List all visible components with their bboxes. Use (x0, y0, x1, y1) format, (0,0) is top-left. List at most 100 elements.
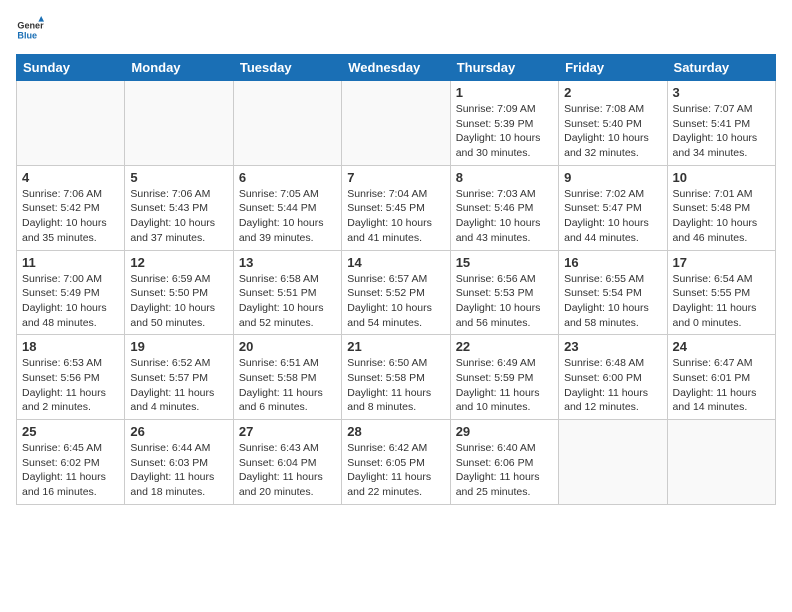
day-info: Sunrise: 7:04 AM Sunset: 5:45 PM Dayligh… (347, 187, 444, 246)
day-info: Sunrise: 6:53 AM Sunset: 5:56 PM Dayligh… (22, 356, 119, 415)
day-number: 3 (673, 85, 770, 100)
calendar-cell: 17Sunrise: 6:54 AM Sunset: 5:55 PM Dayli… (667, 250, 775, 335)
day-info: Sunrise: 6:58 AM Sunset: 5:51 PM Dayligh… (239, 272, 336, 331)
day-info: Sunrise: 7:03 AM Sunset: 5:46 PM Dayligh… (456, 187, 553, 246)
day-number: 12 (130, 255, 227, 270)
logo-icon: General Blue (16, 16, 44, 44)
day-number: 28 (347, 424, 444, 439)
calendar-cell: 11 Sunrise: 7:00 AM Sunset: 5:49 PM Dayli… (17, 250, 125, 335)
calendar-cell: 20 Sunrise: 6:51 AM Sunset: 5:58 PM Dayli… (233, 335, 341, 420)
calendar-cell (17, 81, 125, 166)
logo: General Blue (16, 16, 48, 44)
day-number: 17 (673, 255, 770, 270)
calendar-cell: 1 Sunrise: 7:09 AM Sunset: 5:39 PM Daylig… (450, 81, 558, 166)
svg-text:Blue: Blue (17, 30, 37, 40)
calendar-cell (342, 81, 450, 166)
calendar-cell (125, 81, 233, 166)
day-number: 26 (130, 424, 227, 439)
calendar-cell: 24 Sunrise: 6:47 AM Sunset: 6:01 PM Dayli… (667, 335, 775, 420)
day-number: 8 (456, 170, 553, 185)
day-number: 7 (347, 170, 444, 185)
day-number: 1 (456, 85, 553, 100)
day-info: Sunrise: 7:01 AM Sunset: 5:48 PM Dayligh… (673, 187, 770, 246)
day-info: Sunrise: 7:02 AM Sunset: 5:47 PM Dayligh… (564, 187, 661, 246)
day-number: 2 (564, 85, 661, 100)
calendar-cell: 4Sunrise: 7:06 AM Sunset: 5:42 PM Daylig… (17, 165, 125, 250)
calendar-table: SundayMondayTuesdayWednesdayThursdayFrid… (16, 54, 776, 505)
calendar-cell: 14 Sunrise: 6:57 AM Sunset: 5:52 PM Dayli… (342, 250, 450, 335)
weekday-header-tuesday: Tuesday (233, 55, 341, 81)
day-number: 16 (564, 255, 661, 270)
day-info: Sunrise: 6:57 AM Sunset: 5:52 PM Dayligh… (347, 272, 444, 331)
day-info: Sunrise: 7:05 AM Sunset: 5:44 PM Dayligh… (239, 187, 336, 246)
day-info: Sunrise: 6:50 AM Sunset: 5:58 PM Dayligh… (347, 356, 444, 415)
weekday-header-sunday: Sunday (17, 55, 125, 81)
calendar-week-4: 18Sunrise: 6:53 AM Sunset: 5:56 PM Dayli… (17, 335, 776, 420)
day-number: 25 (22, 424, 119, 439)
calendar-cell: 26 Sunrise: 6:44 AM Sunset: 6:03 PM Dayli… (125, 420, 233, 505)
calendar-cell: 29 Sunrise: 6:40 AM Sunset: 6:06 PM Dayli… (450, 420, 558, 505)
day-number: 4 (22, 170, 119, 185)
day-info: Sunrise: 6:47 AM Sunset: 6:01 PM Dayligh… (673, 356, 770, 415)
calendar-cell (559, 420, 667, 505)
calendar-cell: 18Sunrise: 6:53 AM Sunset: 5:56 PM Dayli… (17, 335, 125, 420)
calendar-cell: 12 Sunrise: 6:59 AM Sunset: 5:50 PM Dayli… (125, 250, 233, 335)
day-number: 29 (456, 424, 553, 439)
day-info: Sunrise: 6:42 AM Sunset: 6:05 PM Dayligh… (347, 441, 444, 500)
day-info: Sunrise: 7:08 AM Sunset: 5:40 PM Dayligh… (564, 102, 661, 161)
calendar-week-3: 11 Sunrise: 7:00 AM Sunset: 5:49 PM Dayli… (17, 250, 776, 335)
day-info: Sunrise: 6:44 AM Sunset: 6:03 PM Dayligh… (130, 441, 227, 500)
day-number: 21 (347, 339, 444, 354)
calendar-cell: 25 Sunrise: 6:45 AM Sunset: 6:02 PM Dayli… (17, 420, 125, 505)
day-number: 11 (22, 255, 119, 270)
calendar-cell: 9 Sunrise: 7:02 AM Sunset: 5:47 PM Daylig… (559, 165, 667, 250)
calendar-cell: 5Sunrise: 7:06 AM Sunset: 5:43 PM Daylig… (125, 165, 233, 250)
day-number: 24 (673, 339, 770, 354)
day-number: 20 (239, 339, 336, 354)
calendar-cell: 8 Sunrise: 7:03 AM Sunset: 5:46 PM Daylig… (450, 165, 558, 250)
calendar-cell: 15 Sunrise: 6:56 AM Sunset: 5:53 PM Dayli… (450, 250, 558, 335)
day-number: 9 (564, 170, 661, 185)
calendar-cell: 16Sunrise: 6:55 AM Sunset: 5:54 PM Dayli… (559, 250, 667, 335)
weekday-header-monday: Monday (125, 55, 233, 81)
day-info: Sunrise: 6:52 AM Sunset: 5:57 PM Dayligh… (130, 356, 227, 415)
calendar-cell: 13 Sunrise: 6:58 AM Sunset: 5:51 PM Dayli… (233, 250, 341, 335)
svg-text:General: General (17, 21, 44, 31)
day-number: 19 (130, 339, 227, 354)
day-info: Sunrise: 6:51 AM Sunset: 5:58 PM Dayligh… (239, 356, 336, 415)
day-info: Sunrise: 6:43 AM Sunset: 6:04 PM Dayligh… (239, 441, 336, 500)
day-info: Sunrise: 7:00 AM Sunset: 5:49 PM Dayligh… (22, 272, 119, 331)
day-info: Sunrise: 7:06 AM Sunset: 5:43 PM Dayligh… (130, 187, 227, 246)
calendar-cell: 3 Sunrise: 7:07 AM Sunset: 5:41 PM Daylig… (667, 81, 775, 166)
day-number: 14 (347, 255, 444, 270)
calendar-header-row: SundayMondayTuesdayWednesdayThursdayFrid… (17, 55, 776, 81)
calendar-cell (667, 420, 775, 505)
day-number: 15 (456, 255, 553, 270)
day-number: 6 (239, 170, 336, 185)
calendar-week-5: 25 Sunrise: 6:45 AM Sunset: 6:02 PM Dayli… (17, 420, 776, 505)
page-header: General Blue (16, 16, 776, 44)
day-info: Sunrise: 6:49 AM Sunset: 5:59 PM Dayligh… (456, 356, 553, 415)
day-number: 23 (564, 339, 661, 354)
calendar-cell: 7 Sunrise: 7:04 AM Sunset: 5:45 PM Daylig… (342, 165, 450, 250)
calendar-cell: 21 Sunrise: 6:50 AM Sunset: 5:58 PM Dayli… (342, 335, 450, 420)
calendar-week-2: 4Sunrise: 7:06 AM Sunset: 5:42 PM Daylig… (17, 165, 776, 250)
weekday-header-saturday: Saturday (667, 55, 775, 81)
calendar-cell: 27 Sunrise: 6:43 AM Sunset: 6:04 PM Dayli… (233, 420, 341, 505)
calendar-cell (233, 81, 341, 166)
day-info: Sunrise: 7:07 AM Sunset: 5:41 PM Dayligh… (673, 102, 770, 161)
calendar-cell: 22 Sunrise: 6:49 AM Sunset: 5:59 PM Dayli… (450, 335, 558, 420)
weekday-header-friday: Friday (559, 55, 667, 81)
day-number: 27 (239, 424, 336, 439)
weekday-header-wednesday: Wednesday (342, 55, 450, 81)
day-info: Sunrise: 6:40 AM Sunset: 6:06 PM Dayligh… (456, 441, 553, 500)
day-info: Sunrise: 6:56 AM Sunset: 5:53 PM Dayligh… (456, 272, 553, 331)
calendar-cell: 28 Sunrise: 6:42 AM Sunset: 6:05 PM Dayli… (342, 420, 450, 505)
day-number: 13 (239, 255, 336, 270)
day-info: Sunrise: 6:59 AM Sunset: 5:50 PM Dayligh… (130, 272, 227, 331)
day-info: Sunrise: 7:09 AM Sunset: 5:39 PM Dayligh… (456, 102, 553, 161)
day-number: 22 (456, 339, 553, 354)
day-number: 10 (673, 170, 770, 185)
calendar-cell: 19 Sunrise: 6:52 AM Sunset: 5:57 PM Dayli… (125, 335, 233, 420)
day-info: Sunrise: 6:45 AM Sunset: 6:02 PM Dayligh… (22, 441, 119, 500)
